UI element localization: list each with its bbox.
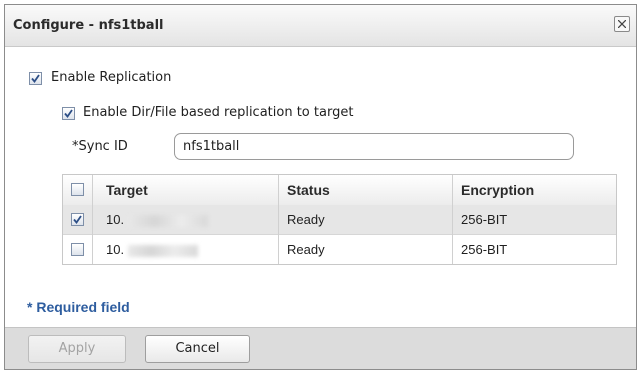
column-divider bbox=[92, 175, 93, 264]
sync-id-label: *Sync ID bbox=[72, 139, 128, 154]
dialog-title: Configure - nfs1tball bbox=[13, 18, 164, 33]
enable-replication-label: Enable Replication bbox=[51, 70, 172, 85]
target-value: 10. bbox=[106, 242, 125, 257]
column-divider bbox=[452, 175, 453, 264]
checkmark-icon bbox=[64, 109, 73, 118]
enable-dirfile-label: Enable Dir/File based replication to tar… bbox=[83, 105, 354, 120]
status-cell: Ready bbox=[287, 242, 325, 257]
table-row[interactable]: 10. Ready 256-BIT bbox=[63, 205, 616, 235]
column-header-encryption[interactable]: Encryption bbox=[461, 175, 534, 205]
select-all-checkbox[interactable] bbox=[71, 183, 84, 196]
dialog-footer: Apply Cancel bbox=[5, 327, 636, 369]
redacted-ip bbox=[128, 244, 199, 257]
checkmark-icon bbox=[31, 74, 40, 83]
sync-id-input[interactable] bbox=[174, 133, 574, 160]
target-cell: 10. bbox=[106, 235, 199, 264]
column-header-status[interactable]: Status bbox=[287, 175, 330, 205]
target-value: 10. bbox=[106, 212, 125, 227]
target-cell: 10. bbox=[106, 205, 209, 234]
targets-table: Target Status Encryption 10. Ready 256-B… bbox=[62, 174, 617, 265]
enable-replication-checkbox[interactable] bbox=[29, 72, 42, 85]
redacted-ip bbox=[128, 214, 209, 227]
dialog-titlebar: Configure - nfs1tball bbox=[5, 5, 636, 47]
close-button[interactable] bbox=[614, 16, 630, 32]
configure-dialog: Configure - nfs1tball Enable Replication… bbox=[4, 4, 637, 370]
table-header: Target Status Encryption bbox=[63, 175, 616, 206]
table-row[interactable]: 10. Ready 256-BIT bbox=[63, 235, 616, 265]
row-checkbox[interactable] bbox=[71, 243, 84, 256]
column-header-target[interactable]: Target bbox=[106, 175, 148, 205]
apply-button[interactable]: Apply bbox=[28, 335, 126, 363]
close-icon bbox=[618, 20, 626, 28]
cancel-button[interactable]: Cancel bbox=[145, 335, 250, 363]
column-divider bbox=[278, 175, 279, 264]
enable-dirfile-checkbox[interactable] bbox=[62, 107, 75, 120]
required-field-note: * Required field bbox=[27, 299, 130, 315]
encryption-cell: 256-BIT bbox=[461, 212, 508, 227]
encryption-cell: 256-BIT bbox=[461, 242, 508, 257]
status-cell: Ready bbox=[287, 212, 325, 227]
row-checkbox[interactable] bbox=[71, 213, 84, 226]
checkmark-icon bbox=[73, 215, 82, 224]
